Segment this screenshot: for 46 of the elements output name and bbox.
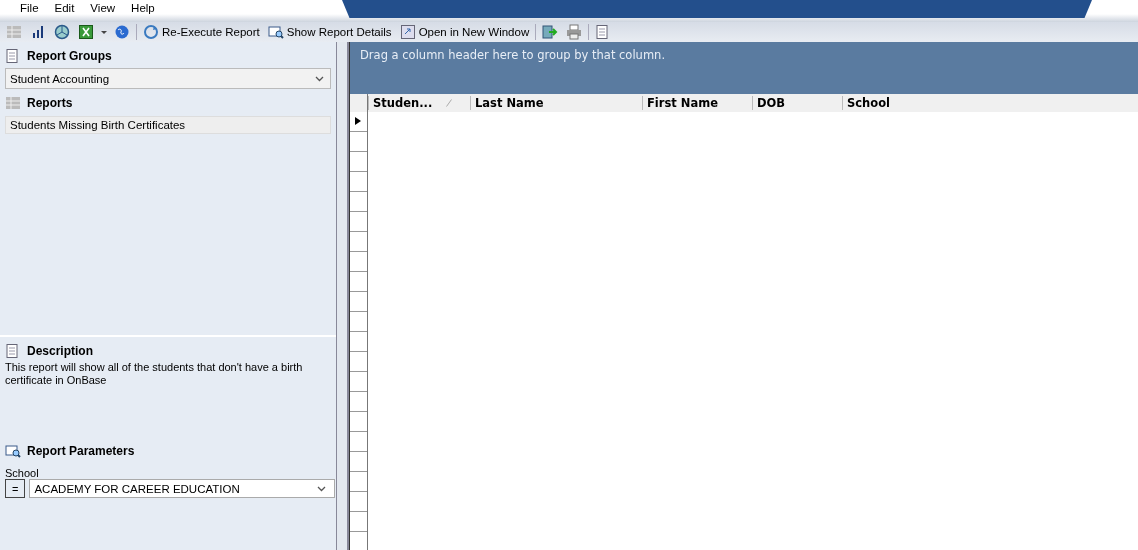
parameter-label: School: [5, 467, 40, 479]
menu-item[interactable]: Help: [125, 2, 161, 14]
details-icon: [267, 24, 284, 40]
section-title: Description: [27, 344, 93, 358]
globe-icon: [114, 24, 130, 40]
description-text: This report will show all of the students that don't have a birth certificate in OnBase: [5, 361, 304, 387]
toolbar-button[interactable]: Re-Execute Report: [141, 24, 262, 40]
group-panel: Drag a column header here to group by that column.: [350, 42, 1138, 94]
toolbar-button[interactable]: Open in New Window: [397, 24, 532, 40]
excel-icon: [78, 24, 94, 40]
toolbar-button[interactable]: Show Report Details: [265, 24, 394, 40]
bars-icon: [30, 24, 46, 40]
pie-icon: [54, 24, 70, 40]
window-icon: [399, 24, 416, 40]
sort-icon: [446, 99, 453, 107]
section-title: Reports: [27, 96, 73, 110]
doc-icon: [5, 48, 21, 64]
column-header[interactable]: School: [842, 96, 962, 110]
section-title: Report Parameters: [27, 444, 135, 458]
refresh-icon: [143, 24, 159, 40]
column-header[interactable]: Last Name: [470, 96, 642, 110]
column-header[interactable]: Studen...: [368, 96, 470, 110]
menu-item[interactable]: Edit: [48, 2, 81, 14]
menu-item[interactable]: View: [84, 2, 122, 14]
toolbar-button[interactable]: [52, 24, 72, 40]
row-pointer-icon: [355, 117, 361, 125]
print-icon: [566, 24, 583, 40]
school-dropdown[interactable]: ACADEMY FOR CAREER EDUCATION: [29, 479, 336, 498]
column-header[interactable]: First Name: [642, 96, 752, 110]
column-header[interactable]: DOB: [752, 96, 842, 110]
caret-icon: [101, 30, 107, 34]
chevron-icon: [315, 75, 324, 82]
splitter[interactable]: [336, 42, 349, 550]
details-icon: [5, 443, 21, 459]
grid-icon: [5, 95, 21, 111]
grid-icon: [6, 24, 22, 40]
export-icon: [542, 24, 559, 40]
toolbar-button[interactable]: [76, 24, 96, 40]
report-group-dropdown[interactable]: Student Accounting: [5, 68, 331, 89]
section-title: Report Groups: [27, 49, 112, 63]
chevron-icon: [317, 485, 327, 492]
operator-button[interactable]: =: [5, 479, 26, 498]
menu-item[interactable]: File: [14, 2, 45, 14]
report-item[interactable]: Students Missing Birth Certificates: [5, 116, 331, 134]
doc-icon: [5, 343, 21, 359]
dropdown-button[interactable]: [100, 30, 108, 34]
